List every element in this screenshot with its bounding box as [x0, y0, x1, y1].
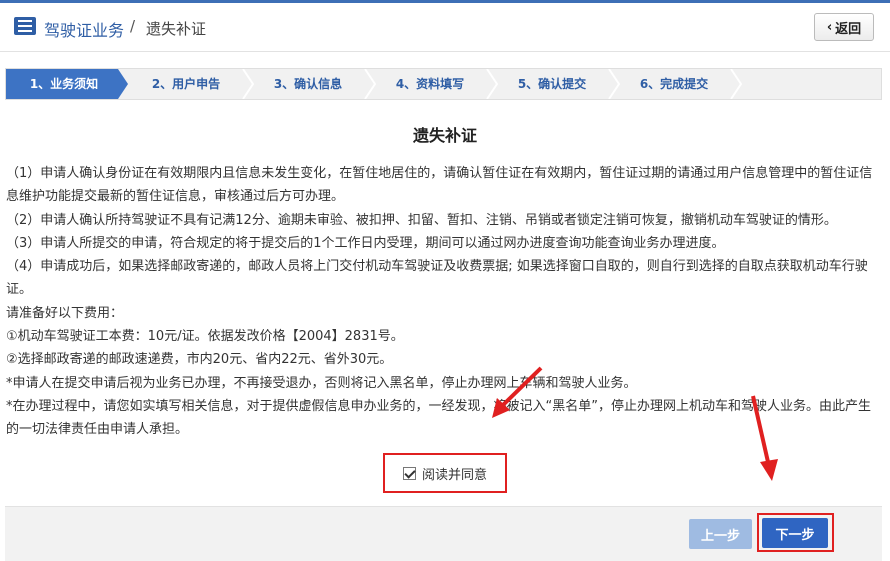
- breadcrumb-driver-license[interactable]: 驾驶证业务: [44, 17, 124, 41]
- step-2: 2、用户申告: [151, 77, 221, 91]
- list-icon: [14, 17, 36, 35]
- warning-2: *在办理过程中，请您如实填写相关信息，对于提供虚假信息申办业务的，一经发现，将被…: [6, 398, 871, 438]
- back-button-label: 返回: [835, 21, 862, 37]
- warning-1: *申请人在提交申请后视为业务已办理，不再接受退办，否则将记入黑名单，停止办理网上…: [6, 375, 637, 391]
- notice-paragraph-2: （2）申请人确认所持驾驶证不具有记满12分、逾期未审验、被扣押、扣留、暂扣、注销…: [6, 212, 837, 228]
- notice-paragraph-3: （3）申请人所提交的申请，符合规定的将于提交后的1个工作日内受理，期间可以通过网…: [6, 235, 725, 251]
- notice-content: （1）申请人确认身份证在有效期限内且信息未发生变化，在暂住地居住的，请确认暂住证…: [6, 162, 882, 442]
- notice-paragraph-1: （1）申请人确认身份证在有效期限内且信息未发生变化，在暂住地居住的，请确认暂住证…: [6, 166, 873, 205]
- step-4: 4、资料填写: [395, 77, 465, 91]
- breadcrumb-separator: /: [130, 17, 136, 35]
- step-6: 6、完成提交: [639, 77, 709, 91]
- back-button[interactable]: ‹ 返回: [814, 13, 874, 41]
- breadcrumb-current: 遗失补证: [146, 20, 207, 38]
- notice-paragraph-4: （4）申请成功后，如果选择邮政寄递的，邮政人员将上门交付机动车驾驶证及收费票据;…: [6, 259, 868, 298]
- agree-highlight-box: 阅读并同意: [383, 453, 507, 493]
- agree-checkbox[interactable]: [402, 466, 416, 480]
- step-3: 3、确认信息: [273, 77, 343, 91]
- page-header: 驾驶证业务 / 遗失补证 ‹ 返回: [0, 0, 890, 52]
- step-progress-bar: 1、业务须知 2、用户申告 3、确认信息 4、资料填写 5、确认提交 6、完成提…: [5, 68, 882, 100]
- page-title: 遗失补证: [412, 126, 477, 145]
- chevron-left-icon: ‹: [826, 19, 833, 35]
- step-1: 1、业务须知: [29, 77, 99, 91]
- step-5: 5、确认提交: [517, 77, 587, 91]
- fee-item-2: ②选择邮政寄递的邮政速递费，市内20元、省内22元、省外30元。: [6, 352, 393, 368]
- fee-item-1: ①机动车驾驶证工本费：10元/证。依据发改价格【2004】2831号。: [6, 329, 404, 345]
- next-step-button[interactable]: 下一步: [762, 518, 828, 548]
- agree-label[interactable]: 阅读并同意: [422, 464, 487, 483]
- prev-step-button[interactable]: 上一步: [689, 519, 752, 549]
- fee-heading: 请准备好以下费用：: [6, 305, 124, 321]
